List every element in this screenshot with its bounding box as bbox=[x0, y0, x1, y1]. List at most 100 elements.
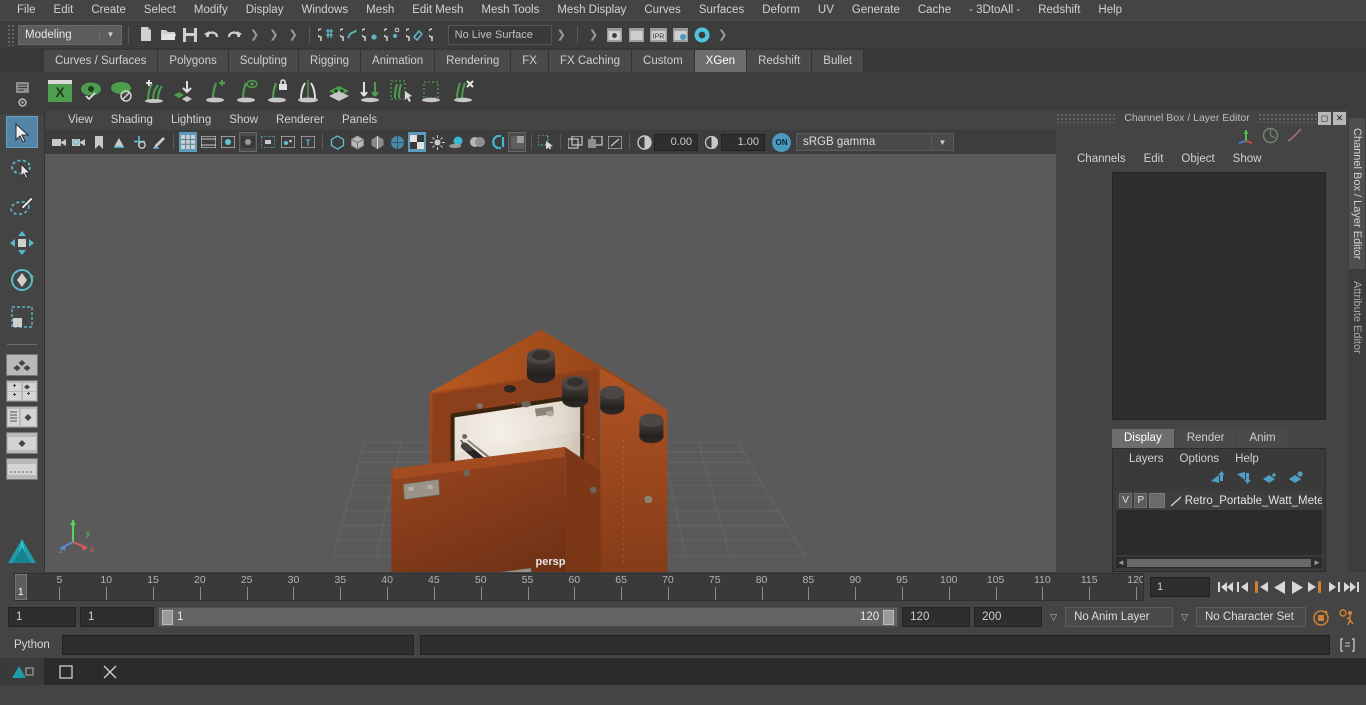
shelf-tab-xgen[interactable]: XGen bbox=[695, 50, 747, 72]
viewport-menu-renderer[interactable]: Renderer bbox=[267, 114, 333, 126]
new-scene-icon[interactable] bbox=[135, 24, 157, 46]
scroll-left-arrow-icon[interactable]: ◄ bbox=[1116, 558, 1126, 567]
mirror-guides-icon[interactable] bbox=[292, 75, 323, 107]
use-default-lighting-icon[interactable] bbox=[428, 132, 446, 152]
color-management-field[interactable]: sRGB gamma bbox=[796, 133, 932, 151]
preview-hide-icon[interactable] bbox=[106, 75, 137, 107]
shadows-icon[interactable] bbox=[448, 132, 466, 152]
smooth-shade-all-icon[interactable] bbox=[348, 132, 366, 152]
2d-pan-zoom-icon[interactable] bbox=[130, 132, 148, 152]
xgen-editor-icon[interactable]: X bbox=[44, 75, 75, 107]
new-layer-icon[interactable] bbox=[1262, 471, 1277, 487]
snap-to-curve-icon[interactable] bbox=[338, 24, 360, 46]
show-manipulator-icon[interactable] bbox=[1238, 127, 1255, 147]
density-map-icon[interactable] bbox=[323, 75, 354, 107]
go-to-start-icon[interactable] bbox=[1216, 576, 1234, 598]
layer-playback-toggle[interactable]: P bbox=[1134, 493, 1147, 508]
cb-menu-show[interactable]: Show bbox=[1224, 153, 1271, 165]
isolate-select-icon[interactable] bbox=[537, 132, 555, 152]
play-backwards-icon[interactable] bbox=[1270, 576, 1288, 598]
render-current-frame-icon[interactable] bbox=[603, 24, 625, 46]
hypergraph-persp-layout[interactable] bbox=[6, 432, 38, 454]
image-plane-icon[interactable] bbox=[110, 132, 128, 152]
panel-grip-right[interactable] bbox=[1258, 113, 1318, 123]
menu-generate[interactable]: Generate bbox=[843, 0, 909, 20]
window-close-icon[interactable] bbox=[88, 658, 132, 685]
undo-icon[interactable] bbox=[201, 24, 223, 46]
xray-active-components-icon[interactable] bbox=[606, 132, 624, 152]
bookmark-icon[interactable] bbox=[90, 132, 108, 152]
snap-to-view-plane-icon[interactable] bbox=[404, 24, 426, 46]
field-chart-icon[interactable] bbox=[259, 132, 277, 152]
snap-to-point-icon[interactable] bbox=[360, 24, 382, 46]
menu-mesh-display[interactable]: Mesh Display bbox=[548, 0, 635, 20]
safe-action-icon[interactable] bbox=[279, 132, 297, 152]
rotate-tool[interactable] bbox=[6, 264, 38, 296]
redo-icon[interactable] bbox=[223, 24, 245, 46]
persp-graph-layout[interactable] bbox=[6, 458, 38, 480]
chevron-down-icon-char-set[interactable]: ▽ bbox=[1177, 612, 1192, 623]
transfer-guides-icon[interactable] bbox=[354, 75, 385, 107]
gamma-field[interactable]: 1.00 bbox=[721, 134, 765, 151]
shelf-tab-menu-icon[interactable] bbox=[12, 80, 32, 95]
import-collection-icon[interactable] bbox=[168, 75, 199, 107]
xray-icon[interactable] bbox=[566, 132, 584, 152]
viewport-menu-view[interactable]: View bbox=[59, 114, 102, 126]
restore-window-icon[interactable]: ◻ bbox=[1318, 112, 1331, 125]
anim-end-time-field[interactable]: 200 bbox=[974, 607, 1042, 627]
camera-attributes-icon[interactable] bbox=[70, 132, 88, 152]
menu-file[interactable]: File bbox=[8, 0, 45, 20]
layer-tab-render[interactable]: Render bbox=[1175, 429, 1237, 448]
viewport-menu-shading[interactable]: Shading bbox=[102, 114, 162, 126]
menu-edit[interactable]: Edit bbox=[45, 0, 83, 20]
shelf-tab-polygons[interactable]: Polygons bbox=[158, 50, 228, 72]
anim-start-time-field[interactable]: 1 bbox=[8, 607, 76, 627]
auto-keyframe-icon[interactable] bbox=[1310, 607, 1332, 627]
delete-guides-icon[interactable] bbox=[447, 75, 478, 107]
save-scene-icon[interactable] bbox=[179, 24, 201, 46]
move-tool[interactable] bbox=[6, 227, 38, 259]
speed-icon[interactable] bbox=[1286, 127, 1303, 147]
menu-help[interactable]: Help bbox=[1089, 0, 1131, 20]
layer-visibility-toggle[interactable]: V bbox=[1119, 493, 1132, 508]
scroll-thumb[interactable] bbox=[1127, 559, 1311, 567]
film-gate-icon[interactable] bbox=[199, 132, 217, 152]
layer-menu-layers[interactable]: Layers bbox=[1121, 453, 1172, 465]
cb-menu-edit[interactable]: Edit bbox=[1135, 153, 1173, 165]
layer-row[interactable]: V P Retro_Portable_Watt_Meter_002_laye bbox=[1116, 491, 1322, 510]
region-mask-icon[interactable] bbox=[416, 75, 447, 107]
step-forward-keyframe-icon[interactable] bbox=[1324, 576, 1342, 598]
shelf-tab-rigging[interactable]: Rigging bbox=[299, 50, 361, 72]
outliner-persp-layout[interactable] bbox=[6, 406, 38, 428]
viewport-menu-panels[interactable]: Panels bbox=[333, 114, 386, 126]
motion-blur-icon[interactable] bbox=[488, 132, 506, 152]
scroll-right-arrow-icon[interactable]: ► bbox=[1312, 558, 1322, 567]
menu-create[interactable]: Create bbox=[82, 0, 135, 20]
menu-redshift[interactable]: Redshift bbox=[1029, 0, 1089, 20]
grid-toggle-icon[interactable] bbox=[179, 132, 197, 152]
layer-menu-options[interactable]: Options bbox=[1172, 453, 1228, 465]
shelf-tab-animation[interactable]: Animation bbox=[361, 50, 435, 72]
smooth-shade-selected-icon[interactable] bbox=[368, 132, 386, 152]
new-layer-from-selected-icon[interactable] bbox=[1288, 471, 1303, 487]
time-slider[interactable]: 1 51015202530354045505560657075808590951… bbox=[14, 573, 1144, 601]
viewport-3d-canvas[interactable]: y x z persp bbox=[45, 154, 1056, 572]
layer-menu-help[interactable]: Help bbox=[1227, 453, 1267, 465]
range-start-time-field[interactable]: 1 bbox=[80, 607, 154, 627]
menu-display[interactable]: Display bbox=[237, 0, 293, 20]
layer-name[interactable]: Retro_Portable_Watt_Meter_002_laye bbox=[1185, 495, 1322, 507]
snap-to-grid-icon[interactable] bbox=[316, 24, 338, 46]
range-slider[interactable]: 1 120 bbox=[158, 607, 898, 627]
step-forward-frame-icon[interactable] bbox=[1306, 576, 1324, 598]
shelf-tab-fx[interactable]: FX bbox=[511, 50, 549, 72]
exposure-icon[interactable] bbox=[635, 132, 653, 152]
close-window-icon[interactable]: ✕ bbox=[1333, 112, 1346, 125]
expand-arrow-icon-2[interactable]: ❯ bbox=[584, 28, 603, 41]
menu-modify[interactable]: Modify bbox=[185, 0, 237, 20]
layer-list[interactable]: V P Retro_Portable_Watt_Meter_002_laye bbox=[1116, 491, 1322, 555]
command-input-field[interactable] bbox=[62, 635, 414, 655]
range-end-time-field[interactable]: 120 bbox=[902, 607, 970, 627]
open-scene-icon[interactable] bbox=[157, 24, 179, 46]
character-set-field[interactable]: No Character Set bbox=[1196, 607, 1306, 627]
render-settings-icon[interactable]: IPR bbox=[647, 24, 669, 46]
